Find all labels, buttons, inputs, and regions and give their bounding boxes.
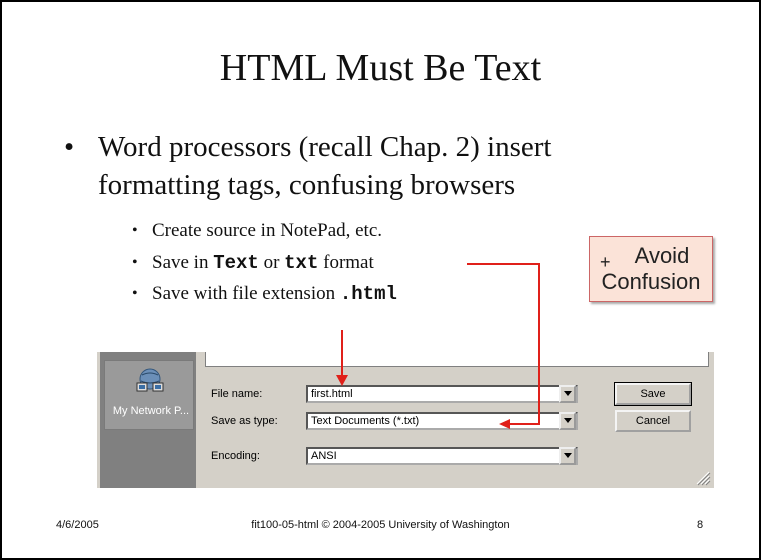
encoding-label: Encoding: [211,450,260,462]
save-as-type-label: Save as type: [211,415,278,427]
text-segment: or [258,252,285,273]
save-as-type-dropdown-button[interactable] [559,412,576,430]
file-name-input[interactable]: first.html [306,385,578,403]
code-text: Text [213,252,259,274]
save-dialog: My Network P... File name: first.html Sa… [97,352,714,488]
my-network-places-label: My Network P... [112,405,190,417]
code-text: txt [284,252,319,274]
text-segment: Save in [152,252,214,273]
plus-sign: + [600,252,611,272]
text-segment: format [318,252,374,273]
main-bullet-text: Word processors (recall Chap. 2) insert … [98,131,552,201]
code-text: .html [339,283,397,305]
footer-copyright: fit100-05-html © 2004-2005 University of… [251,519,510,531]
bullet-dot: • [132,285,138,302]
file-name-dropdown-button[interactable] [559,385,576,403]
chevron-down-icon [564,453,572,458]
encoding-dropdown-button[interactable] [559,447,576,465]
bullet-dot: • [132,254,138,271]
save-button[interactable]: Save [614,382,692,406]
bullet-dot: • [132,222,138,239]
resize-grip-icon[interactable] [693,468,711,486]
file-list-area [205,352,709,367]
sub-bullet-2-text: Save in Text or txt format [152,250,374,276]
slide-title: HTML Must Be Text [219,47,542,89]
chevron-down-icon [564,391,572,396]
places-bar: My Network P... [100,352,196,488]
encoding-select[interactable]: ANSI [306,447,578,465]
text-segment: Save with file extension [152,283,340,304]
bullet-dot: • [64,131,75,163]
cancel-button[interactable]: Cancel [615,410,691,432]
sub-bullet-3-text: Save with file extension .html [152,281,397,307]
file-name-label: File name: [211,388,263,400]
callout-box: + Avoid Confusion [589,236,713,302]
page-number: 8 [697,519,704,531]
sub-bullet-1-text: Create source in NotePad, etc. [152,220,383,241]
save-as-type-select[interactable]: Text Documents (*.txt) [306,412,578,430]
chevron-down-icon [564,418,572,423]
my-network-places-item[interactable]: My Network P... [104,360,194,430]
network-computer-icon [136,368,164,392]
